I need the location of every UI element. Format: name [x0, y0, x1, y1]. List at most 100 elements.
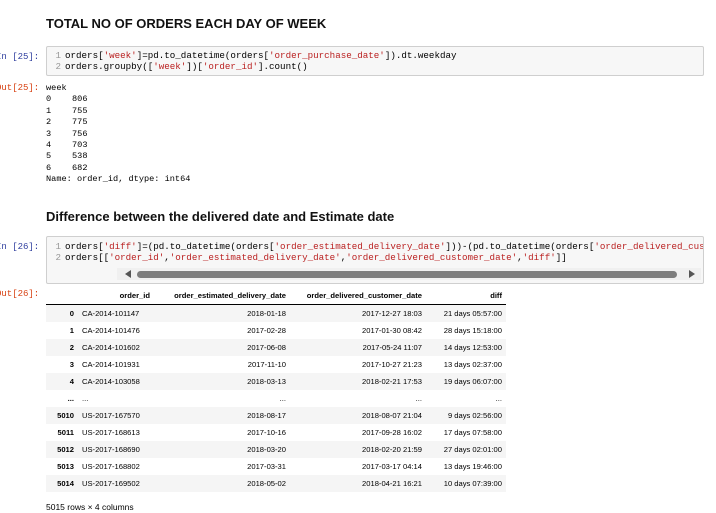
- string-token: 'order_id': [202, 61, 258, 72]
- dataframe-table: order_id order_estimated_delivery_date ord…: [46, 286, 506, 492]
- table-cell: 21 days 05:57:00: [443, 309, 502, 318]
- table-cell: 2018-03-20: [247, 445, 286, 454]
- code-token: orders[: [65, 241, 104, 252]
- series-index: 6: [46, 162, 52, 173]
- row-index: 5013: [57, 462, 74, 471]
- table-cell: US-2017-168802: [82, 462, 140, 471]
- code-token: ].count(): [258, 61, 308, 72]
- dataframe-shape: 5015 rows × 4 columns: [46, 502, 134, 512]
- string-token: 'order_delivered_customer_da: [594, 241, 703, 252]
- section-heading-delivery-diff: Difference between the delivered date an…: [46, 209, 395, 224]
- code-token: ])[: [186, 61, 203, 72]
- table-row: 3 CA-2014-101931 2017-11-10 2017-10-27 21:2…: [46, 356, 506, 373]
- in-prompt-25: In [25]:: [0, 52, 40, 62]
- table-cell: 2017-09-28 16:02: [362, 428, 422, 437]
- table-cell: CA-2014-103058: [82, 377, 140, 386]
- table-row: 2 CA-2014-101602 2017-06-08 2017-05-24 11:0…: [46, 339, 506, 356]
- dataframe-output: order_id order_estimated_delivery_date ord…: [46, 286, 506, 492]
- scroll-left-arrow-icon[interactable]: [125, 270, 131, 278]
- series-row: 4 703: [46, 140, 190, 151]
- table-cell: 2018-05-02: [247, 479, 286, 488]
- code-token: ]))-(pd.to_datetime(orders[: [445, 241, 595, 252]
- in-prompt-26: In [26]:: [0, 242, 40, 252]
- table-cell: 27 days 02:01:00: [443, 445, 502, 454]
- line-number: 2: [55, 61, 61, 72]
- code-token: ]).dt.weekday: [384, 50, 457, 61]
- table-cell: 2017-05-24 11:07: [362, 343, 422, 352]
- table-cell: 2017-03-31: [247, 462, 286, 471]
- row-index: 3: [69, 360, 74, 369]
- table-cell: 9 days 02:56:00: [447, 411, 502, 420]
- series-row: 2 775: [46, 117, 190, 128]
- series-row: 0 806: [46, 94, 190, 105]
- table-cell: 14 days 12:53:00: [443, 343, 502, 352]
- table-row: 1 CA-2014-101476 2017-02-28 2017-01-30 08:4…: [46, 322, 506, 339]
- table-cell: CA-2014-101147: [82, 309, 140, 318]
- line-number: 2: [55, 252, 61, 263]
- series-value: 538: [72, 151, 88, 162]
- table-cell: 2017-03-17 04:14: [362, 462, 422, 471]
- code-token: orders[[: [65, 252, 110, 263]
- series-row: 1 755: [46, 106, 190, 117]
- column-header: order_delivered_customer_date: [290, 286, 426, 305]
- column-header: [46, 286, 78, 305]
- code-token: orders[: [65, 50, 104, 61]
- table-cell: 10 days 07:39:00: [443, 479, 502, 488]
- code-line-1: 1 orders['diff']=(pd.to_datetime(orders['…: [47, 241, 703, 252]
- section-heading-orders-per-weekday: TOTAL NO OF ORDERS EACH DAY OF WEEK: [46, 16, 327, 31]
- series-index: 1: [46, 105, 52, 116]
- scroll-right-arrow-icon[interactable]: [689, 270, 695, 278]
- table-cell: 2017-10-16: [247, 428, 286, 437]
- series-value: 756: [72, 128, 88, 139]
- table-cell: 2017-01-30 08:42: [362, 326, 422, 335]
- series-index: 0: [46, 94, 52, 105]
- line-number: 1: [55, 50, 61, 61]
- code-token: orders.groupby([: [65, 61, 154, 72]
- table-cell: CA-2014-101476: [82, 326, 140, 335]
- table-row: 4 CA-2014-103058 2018-03-13 2018-02-21 17:5…: [46, 373, 506, 390]
- series-row: 5 538: [46, 151, 190, 162]
- row-index: 5010: [57, 411, 74, 420]
- table-cell: 2017-11-10: [247, 360, 286, 369]
- column-header: order_id: [78, 286, 154, 305]
- out-prompt-26: Out[26]:: [0, 289, 40, 299]
- string-token: 'diff': [103, 241, 137, 252]
- table-cell: 2018-02-20 21:59: [362, 445, 422, 454]
- table-cell: 17 days 07:58:00: [443, 428, 502, 437]
- code-token: ]]: [555, 252, 567, 263]
- table-cell: 2018-01-18: [247, 309, 286, 318]
- table-cell: 2018-03-13: [247, 377, 286, 386]
- string-token: 'order_purchase_date': [269, 50, 385, 61]
- series-footer: Name: order_id, dtype: int64: [46, 174, 191, 185]
- table-cell: US-2017-168690: [82, 445, 140, 454]
- table-cell: 2018-02-21 17:53: [362, 377, 422, 386]
- table-row: 5011 US-2017-168613 2017-10-16 2017-09-28 1…: [46, 424, 506, 441]
- table-cell: ...: [495, 394, 502, 403]
- code-line-2: 2 orders.groupby(['week'])['order_id'].co…: [47, 61, 308, 72]
- code-cell-25[interactable]: 1 orders[ 'week']=pd.to_datetime(orders['o…: [46, 46, 704, 76]
- out-prompt-25: Out[25]:: [0, 83, 40, 93]
- series-value: 755: [72, 105, 88, 116]
- row-index: 4: [69, 377, 74, 386]
- string-token: 'order_delivered_customer_date': [346, 252, 518, 263]
- code-token: ]=pd.to_datetime(orders[: [136, 50, 270, 61]
- series-index: 2: [46, 117, 52, 128]
- string-token: 'diff': [522, 252, 556, 263]
- row-index: 0: [69, 309, 74, 318]
- code-cell-26[interactable]: 1 orders['diff']=(pd.to_datetime(orders['…: [46, 236, 704, 284]
- table-row: 5012 US-2017-168690 2018-03-20 2018-02-20 2…: [46, 441, 506, 458]
- row-index: 5014: [57, 479, 74, 488]
- series-value: 682: [72, 162, 88, 173]
- table-cell: US-2017-168613: [82, 428, 140, 437]
- table-cell: CA-2014-101931: [82, 360, 140, 369]
- string-token: 'week': [153, 61, 187, 72]
- row-index: 2: [69, 343, 74, 352]
- line-number: 1: [55, 241, 61, 252]
- code-line-1: 1 orders['week']=pd.to_datetime(orders['o…: [47, 50, 457, 61]
- string-token: 'order_estimated_delivery_date': [274, 241, 446, 252]
- series-output: week 0 806 1 755 2 775 3 756 4 703 5 538 6 682 Name: or…: [46, 83, 190, 186]
- horizontal-scrollbar[interactable]: [117, 268, 701, 280]
- scrollbar-thumb[interactable]: [137, 271, 677, 278]
- series-index: 5: [46, 151, 52, 162]
- table-cell: ...: [82, 394, 89, 403]
